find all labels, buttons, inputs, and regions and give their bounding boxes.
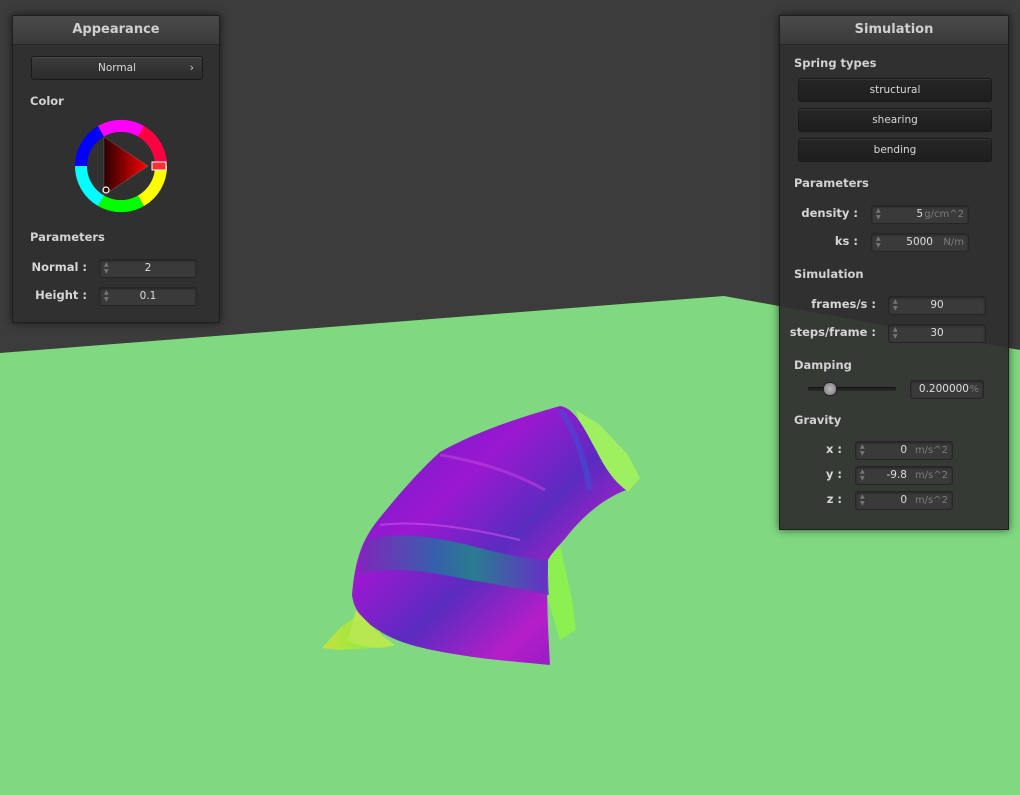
fps-label: frames/s : <box>811 297 876 311</box>
steps-input[interactable]: ▲ ▼ 30 <box>888 324 986 343</box>
simulation-section-label: Simulation <box>794 267 864 281</box>
spin-arrows-icon[interactable]: ▲ ▼ <box>860 468 866 482</box>
height-input[interactable]: ▲ ▼ 0.1 <box>99 287 197 306</box>
density-label: density : <box>801 206 858 220</box>
damping-slider[interactable] <box>808 382 896 396</box>
gravity-label: Gravity <box>794 413 842 427</box>
spin-arrows-icon[interactable]: ▲ ▼ <box>876 235 882 249</box>
appearance-title: Appearance <box>13 16 219 45</box>
fps-input[interactable]: ▲ ▼ 90 <box>888 296 986 315</box>
sim-params-label: Parameters <box>794 176 869 190</box>
spin-arrows-icon[interactable]: ▲ ▼ <box>860 493 866 507</box>
ks-label: ks : <box>834 234 858 248</box>
simulation-panel: Simulation Spring types structural shear… <box>779 15 1009 530</box>
spin-arrows-icon[interactable]: ▲ ▼ <box>860 443 866 457</box>
color-wheel[interactable] <box>73 118 169 214</box>
chevron-right-icon: › <box>189 61 194 74</box>
spin-arrows-icon[interactable]: ▲ ▼ <box>876 207 882 221</box>
spring-types-label: Spring types <box>794 56 877 70</box>
density-input[interactable]: ▲ ▼ 5 g/cm^2 <box>871 205 969 224</box>
ks-input[interactable]: ▲ ▼ 5000 N/m <box>871 233 969 252</box>
appearance-params-label: Parameters <box>30 230 105 244</box>
shader-select[interactable]: Normal › <box>31 56 203 80</box>
damping-input[interactable]: 0.200000 % <box>910 380 984 399</box>
simulation-title: Simulation <box>780 16 1008 45</box>
normal-label: Normal : <box>31 260 87 274</box>
gravity-z-label: z : <box>826 492 842 506</box>
normal-input[interactable]: ▲ ▼ 2 <box>99 259 197 278</box>
color-section-label: Color <box>30 94 64 108</box>
structural-button[interactable]: structural <box>798 78 992 102</box>
bending-button[interactable]: bending <box>798 138 992 162</box>
damping-slider-knob[interactable] <box>823 382 838 396</box>
height-label: Height : <box>35 288 87 302</box>
shearing-button[interactable]: shearing <box>798 108 992 132</box>
gravity-x-label: x : <box>825 442 842 456</box>
shader-select-label: Normal <box>98 62 136 74</box>
gravity-y-input[interactable]: ▲ ▼ -9.8 m/s^2 <box>855 466 953 485</box>
gravity-y-label: y : <box>825 467 842 481</box>
hue-ring-handle[interactable] <box>151 161 167 171</box>
steps-label: steps/frame : <box>789 325 876 339</box>
damping-label: Damping <box>794 358 852 372</box>
appearance-panel: Appearance Normal › Color Parameters Nor… <box>12 15 220 323</box>
gravity-z-input[interactable]: ▲ ▼ 0 m/s^2 <box>855 491 953 510</box>
gravity-x-input[interactable]: ▲ ▼ 0 m/s^2 <box>855 441 953 460</box>
